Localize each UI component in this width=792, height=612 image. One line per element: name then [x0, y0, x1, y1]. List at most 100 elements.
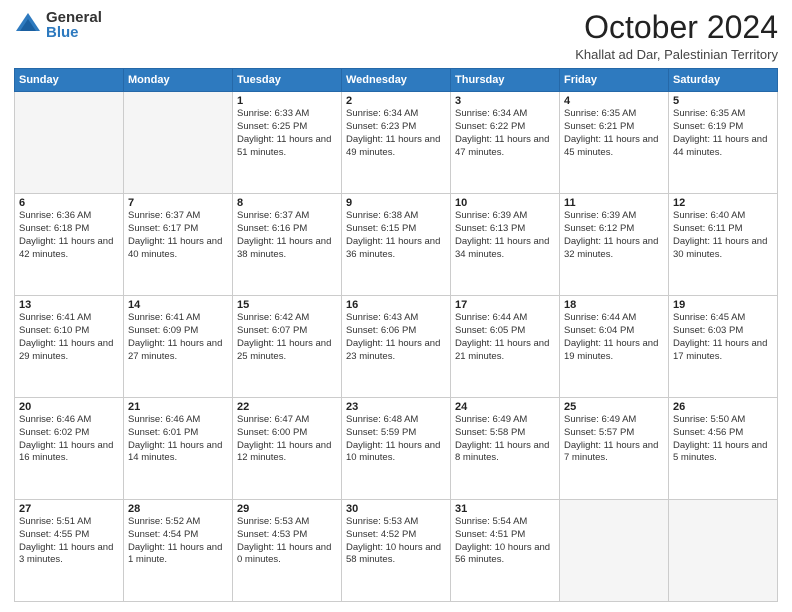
- calendar-cell: 20Sunrise: 6:46 AM Sunset: 6:02 PM Dayli…: [15, 398, 124, 500]
- day-number: 11: [564, 197, 664, 209]
- day-number: 27: [19, 503, 119, 515]
- calendar-cell: 9Sunrise: 6:38 AM Sunset: 6:15 PM Daylig…: [342, 194, 451, 296]
- calendar-cell: 5Sunrise: 6:35 AM Sunset: 6:19 PM Daylig…: [669, 92, 778, 194]
- day-number: 31: [455, 503, 555, 515]
- day-number: 9: [346, 197, 446, 209]
- calendar-week-row: 27Sunrise: 5:51 AM Sunset: 4:55 PM Dayli…: [15, 500, 778, 602]
- calendar-cell: [15, 92, 124, 194]
- calendar-day-header: Monday: [124, 69, 233, 92]
- calendar-cell: [124, 92, 233, 194]
- page: General Blue October 2024 Khallat ad Dar…: [0, 0, 792, 612]
- day-info: Sunrise: 6:46 AM Sunset: 6:02 PM Dayligh…: [19, 414, 119, 465]
- day-info: Sunrise: 6:36 AM Sunset: 6:18 PM Dayligh…: [19, 210, 119, 261]
- day-number: 2: [346, 95, 446, 107]
- calendar-cell: 31Sunrise: 5:54 AM Sunset: 4:51 PM Dayli…: [451, 500, 560, 602]
- day-info: Sunrise: 5:51 AM Sunset: 4:55 PM Dayligh…: [19, 516, 119, 567]
- calendar-cell: 4Sunrise: 6:35 AM Sunset: 6:21 PM Daylig…: [560, 92, 669, 194]
- day-number: 22: [237, 401, 337, 413]
- day-info: Sunrise: 6:41 AM Sunset: 6:10 PM Dayligh…: [19, 312, 119, 363]
- day-info: Sunrise: 6:49 AM Sunset: 5:58 PM Dayligh…: [455, 414, 555, 465]
- logo-blue: Blue: [46, 25, 102, 40]
- day-number: 4: [564, 95, 664, 107]
- calendar-cell: 12Sunrise: 6:40 AM Sunset: 6:11 PM Dayli…: [669, 194, 778, 296]
- calendar-cell: 23Sunrise: 6:48 AM Sunset: 5:59 PM Dayli…: [342, 398, 451, 500]
- calendar-cell: 18Sunrise: 6:44 AM Sunset: 6:04 PM Dayli…: [560, 296, 669, 398]
- calendar-day-header: Wednesday: [342, 69, 451, 92]
- day-info: Sunrise: 5:54 AM Sunset: 4:51 PM Dayligh…: [455, 516, 555, 567]
- day-number: 16: [346, 299, 446, 311]
- day-info: Sunrise: 6:42 AM Sunset: 6:07 PM Dayligh…: [237, 312, 337, 363]
- day-number: 29: [237, 503, 337, 515]
- calendar-cell: 27Sunrise: 5:51 AM Sunset: 4:55 PM Dayli…: [15, 500, 124, 602]
- day-number: 21: [128, 401, 228, 413]
- calendar-cell: 3Sunrise: 6:34 AM Sunset: 6:22 PM Daylig…: [451, 92, 560, 194]
- day-number: 12: [673, 197, 773, 209]
- header: General Blue October 2024 Khallat ad Dar…: [14, 10, 778, 62]
- day-info: Sunrise: 6:37 AM Sunset: 6:17 PM Dayligh…: [128, 210, 228, 261]
- day-info: Sunrise: 6:35 AM Sunset: 6:21 PM Dayligh…: [564, 108, 664, 159]
- day-number: 8: [237, 197, 337, 209]
- logo-text: General Blue: [46, 10, 102, 40]
- day-info: Sunrise: 6:35 AM Sunset: 6:19 PM Dayligh…: [673, 108, 773, 159]
- calendar-cell: 10Sunrise: 6:39 AM Sunset: 6:13 PM Dayli…: [451, 194, 560, 296]
- day-info: Sunrise: 6:44 AM Sunset: 6:04 PM Dayligh…: [564, 312, 664, 363]
- day-number: 24: [455, 401, 555, 413]
- calendar-week-row: 13Sunrise: 6:41 AM Sunset: 6:10 PM Dayli…: [15, 296, 778, 398]
- calendar-week-row: 20Sunrise: 6:46 AM Sunset: 6:02 PM Dayli…: [15, 398, 778, 500]
- logo-icon: [14, 11, 42, 39]
- day-info: Sunrise: 6:37 AM Sunset: 6:16 PM Dayligh…: [237, 210, 337, 261]
- day-number: 10: [455, 197, 555, 209]
- day-info: Sunrise: 6:44 AM Sunset: 6:05 PM Dayligh…: [455, 312, 555, 363]
- title-block: October 2024 Khallat ad Dar, Palestinian…: [575, 10, 778, 62]
- calendar-cell: 2Sunrise: 6:34 AM Sunset: 6:23 PM Daylig…: [342, 92, 451, 194]
- calendar-cell: 22Sunrise: 6:47 AM Sunset: 6:00 PM Dayli…: [233, 398, 342, 500]
- calendar-cell: [669, 500, 778, 602]
- day-number: 3: [455, 95, 555, 107]
- calendar-cell: 24Sunrise: 6:49 AM Sunset: 5:58 PM Dayli…: [451, 398, 560, 500]
- day-number: 6: [19, 197, 119, 209]
- month-title: October 2024: [575, 10, 778, 45]
- day-info: Sunrise: 6:46 AM Sunset: 6:01 PM Dayligh…: [128, 414, 228, 465]
- calendar-cell: 26Sunrise: 5:50 AM Sunset: 4:56 PM Dayli…: [669, 398, 778, 500]
- day-number: 15: [237, 299, 337, 311]
- day-info: Sunrise: 6:39 AM Sunset: 6:13 PM Dayligh…: [455, 210, 555, 261]
- day-number: 1: [237, 95, 337, 107]
- day-number: 18: [564, 299, 664, 311]
- logo-general: General: [46, 10, 102, 25]
- calendar-cell: 19Sunrise: 6:45 AM Sunset: 6:03 PM Dayli…: [669, 296, 778, 398]
- calendar-day-header: Saturday: [669, 69, 778, 92]
- calendar-cell: 29Sunrise: 5:53 AM Sunset: 4:53 PM Dayli…: [233, 500, 342, 602]
- day-info: Sunrise: 5:52 AM Sunset: 4:54 PM Dayligh…: [128, 516, 228, 567]
- day-number: 14: [128, 299, 228, 311]
- day-info: Sunrise: 6:33 AM Sunset: 6:25 PM Dayligh…: [237, 108, 337, 159]
- calendar-day-header: Tuesday: [233, 69, 342, 92]
- day-number: 20: [19, 401, 119, 413]
- calendar-cell: 16Sunrise: 6:43 AM Sunset: 6:06 PM Dayli…: [342, 296, 451, 398]
- calendar-cell: 25Sunrise: 6:49 AM Sunset: 5:57 PM Dayli…: [560, 398, 669, 500]
- day-number: 30: [346, 503, 446, 515]
- calendar-cell: 8Sunrise: 6:37 AM Sunset: 6:16 PM Daylig…: [233, 194, 342, 296]
- calendar-cell: 28Sunrise: 5:52 AM Sunset: 4:54 PM Dayli…: [124, 500, 233, 602]
- day-number: 28: [128, 503, 228, 515]
- day-info: Sunrise: 5:53 AM Sunset: 4:52 PM Dayligh…: [346, 516, 446, 567]
- day-info: Sunrise: 6:40 AM Sunset: 6:11 PM Dayligh…: [673, 210, 773, 261]
- calendar-body: 1Sunrise: 6:33 AM Sunset: 6:25 PM Daylig…: [15, 92, 778, 602]
- calendar-cell: 17Sunrise: 6:44 AM Sunset: 6:05 PM Dayli…: [451, 296, 560, 398]
- calendar-cell: 15Sunrise: 6:42 AM Sunset: 6:07 PM Dayli…: [233, 296, 342, 398]
- day-info: Sunrise: 6:43 AM Sunset: 6:06 PM Dayligh…: [346, 312, 446, 363]
- calendar-day-header: Sunday: [15, 69, 124, 92]
- calendar-cell: 13Sunrise: 6:41 AM Sunset: 6:10 PM Dayli…: [15, 296, 124, 398]
- calendar-week-row: 1Sunrise: 6:33 AM Sunset: 6:25 PM Daylig…: [15, 92, 778, 194]
- day-info: Sunrise: 6:34 AM Sunset: 6:23 PM Dayligh…: [346, 108, 446, 159]
- calendar-cell: 11Sunrise: 6:39 AM Sunset: 6:12 PM Dayli…: [560, 194, 669, 296]
- calendar-header-row: SundayMondayTuesdayWednesdayThursdayFrid…: [15, 69, 778, 92]
- calendar-cell: 6Sunrise: 6:36 AM Sunset: 6:18 PM Daylig…: [15, 194, 124, 296]
- day-number: 17: [455, 299, 555, 311]
- calendar-cell: 21Sunrise: 6:46 AM Sunset: 6:01 PM Dayli…: [124, 398, 233, 500]
- calendar-day-header: Friday: [560, 69, 669, 92]
- day-info: Sunrise: 5:50 AM Sunset: 4:56 PM Dayligh…: [673, 414, 773, 465]
- day-info: Sunrise: 6:45 AM Sunset: 6:03 PM Dayligh…: [673, 312, 773, 363]
- calendar-cell: [560, 500, 669, 602]
- calendar-cell: 30Sunrise: 5:53 AM Sunset: 4:52 PM Dayli…: [342, 500, 451, 602]
- day-info: Sunrise: 6:47 AM Sunset: 6:00 PM Dayligh…: [237, 414, 337, 465]
